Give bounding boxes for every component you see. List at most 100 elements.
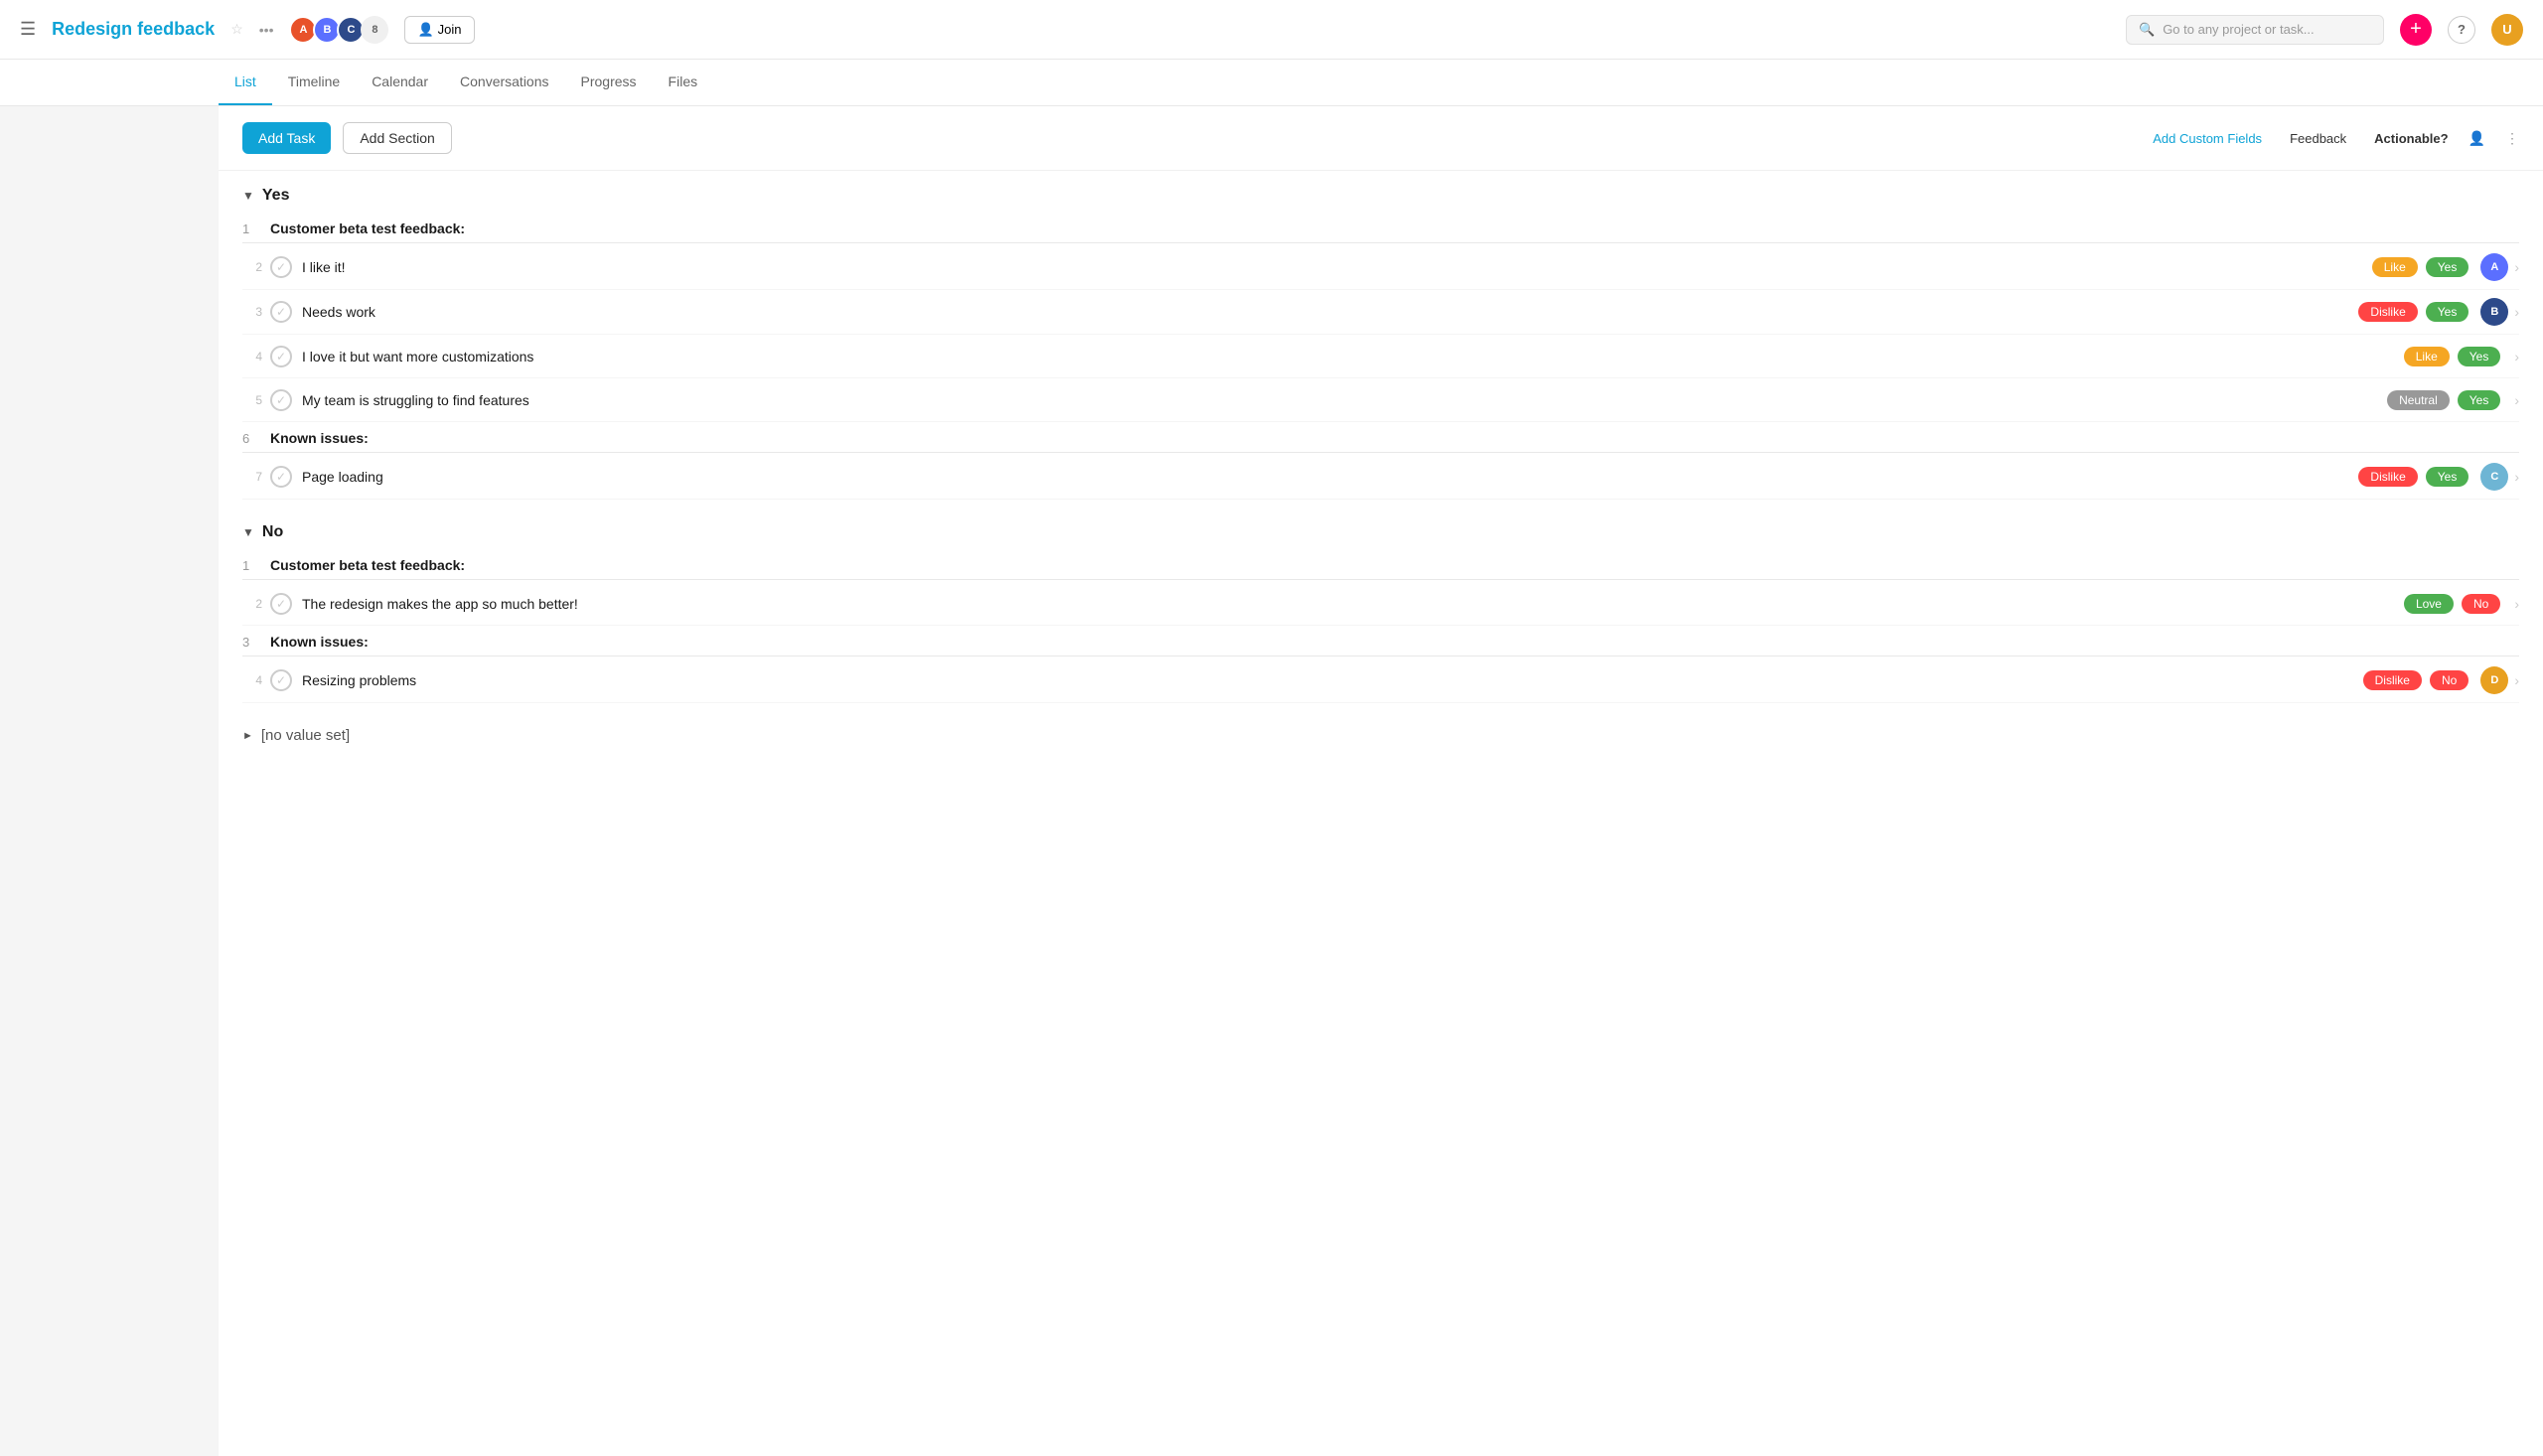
- feedback-tag[interactable]: Like: [2404, 347, 2450, 366]
- tab-timeline[interactable]: Timeline: [272, 60, 356, 105]
- section-no-header[interactable]: ▼ No: [242, 508, 2519, 549]
- add-section-button[interactable]: Add Section: [343, 122, 452, 154]
- actionable-tag[interactable]: Yes: [2458, 347, 2501, 366]
- row-num-3: 3: [242, 635, 270, 650]
- task-check[interactable]: ✓: [270, 669, 292, 691]
- task-text[interactable]: I love it but want more customizations: [302, 349, 2404, 364]
- actionable-tag[interactable]: No: [2430, 670, 2468, 690]
- task-check[interactable]: ✓: [270, 256, 292, 278]
- expand-icon[interactable]: ›: [2514, 596, 2519, 612]
- row-num-1: 1: [242, 221, 270, 236]
- feedback-tag[interactable]: Dislike: [2363, 670, 2422, 690]
- task-text[interactable]: The redesign makes the app so much bette…: [302, 596, 2404, 612]
- task-check[interactable]: ✓: [270, 466, 292, 488]
- filter-icon[interactable]: ⋮: [2505, 130, 2519, 147]
- row-num: 7: [242, 470, 270, 484]
- help-button[interactable]: ?: [2448, 16, 2475, 44]
- more-options-icon[interactable]: •••: [259, 22, 274, 38]
- subsection-yes-customer-header: 1 Customer beta test feedback:: [242, 213, 2519, 243]
- project-title[interactable]: Redesign feedback: [52, 19, 215, 40]
- tab-progress[interactable]: Progress: [565, 60, 653, 105]
- subsection-no-customer-header: 1 Customer beta test feedback:: [242, 549, 2519, 580]
- actionable-tag[interactable]: Yes: [2426, 257, 2469, 277]
- feedback-tag[interactable]: Dislike: [2358, 302, 2417, 322]
- task-check[interactable]: ✓: [270, 301, 292, 323]
- avatar-count[interactable]: 8: [361, 16, 388, 44]
- row-num: 2: [242, 597, 270, 611]
- join-icon: 👤: [417, 22, 433, 38]
- task-text[interactable]: Page loading: [302, 469, 2358, 485]
- task-text[interactable]: My team is struggling to find features: [302, 392, 2387, 408]
- expand-icon[interactable]: ›: [2514, 349, 2519, 364]
- row-num: 2: [242, 260, 270, 274]
- task-text[interactable]: I like it!: [302, 259, 2372, 275]
- task-check[interactable]: ✓: [270, 593, 292, 615]
- feedback-tag[interactable]: Dislike: [2358, 467, 2417, 487]
- task-tags: Dislike No: [2363, 670, 2469, 690]
- task-tags: Neutral Yes: [2387, 390, 2500, 410]
- main-layout: Add Task Add Section Add Custom Fields F…: [0, 106, 2543, 1456]
- actionable-tag[interactable]: Yes: [2426, 467, 2469, 487]
- section-no-toggle[interactable]: ▼: [242, 525, 254, 539]
- expand-icon[interactable]: ›: [2514, 672, 2519, 688]
- topbar: ☰ Redesign feedback ☆ ••• A B C 8 👤 Join…: [0, 0, 2543, 60]
- subsection-yes-known-header: 6 Known issues:: [242, 422, 2519, 453]
- task-tags: Like Yes: [2372, 257, 2469, 277]
- toolbar: Add Task Add Section Add Custom Fields F…: [219, 106, 2543, 171]
- add-custom-fields-button[interactable]: Add Custom Fields: [2153, 131, 2262, 146]
- section-yes-header[interactable]: ▼ Yes: [242, 171, 2519, 213]
- add-task-button[interactable]: Add Task: [242, 122, 331, 154]
- expand-icon[interactable]: ›: [2514, 304, 2519, 320]
- star-icon[interactable]: ☆: [230, 21, 243, 38]
- tab-files[interactable]: Files: [653, 60, 714, 105]
- create-button[interactable]: +: [2400, 14, 2432, 46]
- search-placeholder: Go to any project or task...: [2163, 22, 2314, 37]
- row-num: 4: [242, 673, 270, 687]
- feedback-column-label: Feedback: [2290, 131, 2346, 146]
- row-num-1: 1: [242, 558, 270, 573]
- task-text[interactable]: Resizing problems: [302, 672, 2363, 688]
- expand-icon[interactable]: ›: [2514, 469, 2519, 485]
- task-text[interactable]: Needs work: [302, 304, 2358, 320]
- row-num-6: 6: [242, 431, 270, 446]
- expand-icon[interactable]: ›: [2514, 392, 2519, 408]
- task-row: 4 ✓ Resizing problems Dislike No D ›: [242, 658, 2519, 703]
- section-yes-title: Yes: [262, 187, 290, 205]
- no-value-section[interactable]: ► [no value set]: [242, 711, 2519, 760]
- sidebar: [0, 106, 219, 1456]
- task-tags: Dislike Yes: [2358, 302, 2468, 322]
- list-area: ▼ Yes 1 Customer beta test feedback: 2 ✓…: [219, 171, 2543, 760]
- task-tags: Like Yes: [2404, 347, 2501, 366]
- tab-list[interactable]: List: [219, 60, 272, 105]
- subsection-no-customer-title: Customer beta test feedback:: [270, 557, 2519, 573]
- task-avatar[interactable]: D: [2480, 666, 2508, 694]
- subsection-no-known-header: 3 Known issues:: [242, 626, 2519, 656]
- feedback-tag[interactable]: Love: [2404, 594, 2454, 614]
- actionable-tag[interactable]: Yes: [2426, 302, 2469, 322]
- feedback-tag[interactable]: Neutral: [2387, 390, 2450, 410]
- expand-icon[interactable]: ›: [2514, 259, 2519, 275]
- hamburger-menu[interactable]: ☰: [20, 19, 36, 40]
- task-tags: Dislike Yes: [2358, 467, 2468, 487]
- task-avatar[interactable]: A: [2480, 253, 2508, 281]
- no-value-toggle-icon[interactable]: ►: [242, 730, 253, 742]
- nav-tabs: List Timeline Calendar Conversations Pro…: [0, 60, 2543, 106]
- feedback-tag[interactable]: Like: [2372, 257, 2418, 277]
- tab-conversations[interactable]: Conversations: [444, 60, 565, 105]
- actionable-tag[interactable]: No: [2462, 594, 2500, 614]
- task-avatar[interactable]: B: [2480, 298, 2508, 326]
- join-button[interactable]: 👤 Join: [404, 16, 474, 44]
- actionable-tag[interactable]: Yes: [2458, 390, 2501, 410]
- user-avatar[interactable]: U: [2491, 14, 2523, 46]
- task-check[interactable]: ✓: [270, 389, 292, 411]
- assign-icon[interactable]: 👤: [2468, 130, 2485, 147]
- search-bar[interactable]: 🔍 Go to any project or task...: [2126, 15, 2384, 45]
- tab-calendar[interactable]: Calendar: [356, 60, 444, 105]
- section-yes-toggle[interactable]: ▼: [242, 189, 254, 203]
- task-avatar[interactable]: C: [2480, 463, 2508, 491]
- row-num: 4: [242, 350, 270, 364]
- content-area: Add Task Add Section Add Custom Fields F…: [219, 106, 2543, 1456]
- task-check[interactable]: ✓: [270, 346, 292, 367]
- task-row: 2 ✓ The redesign makes the app so much b…: [242, 582, 2519, 626]
- subsection-no-known-title: Known issues:: [270, 634, 2519, 650]
